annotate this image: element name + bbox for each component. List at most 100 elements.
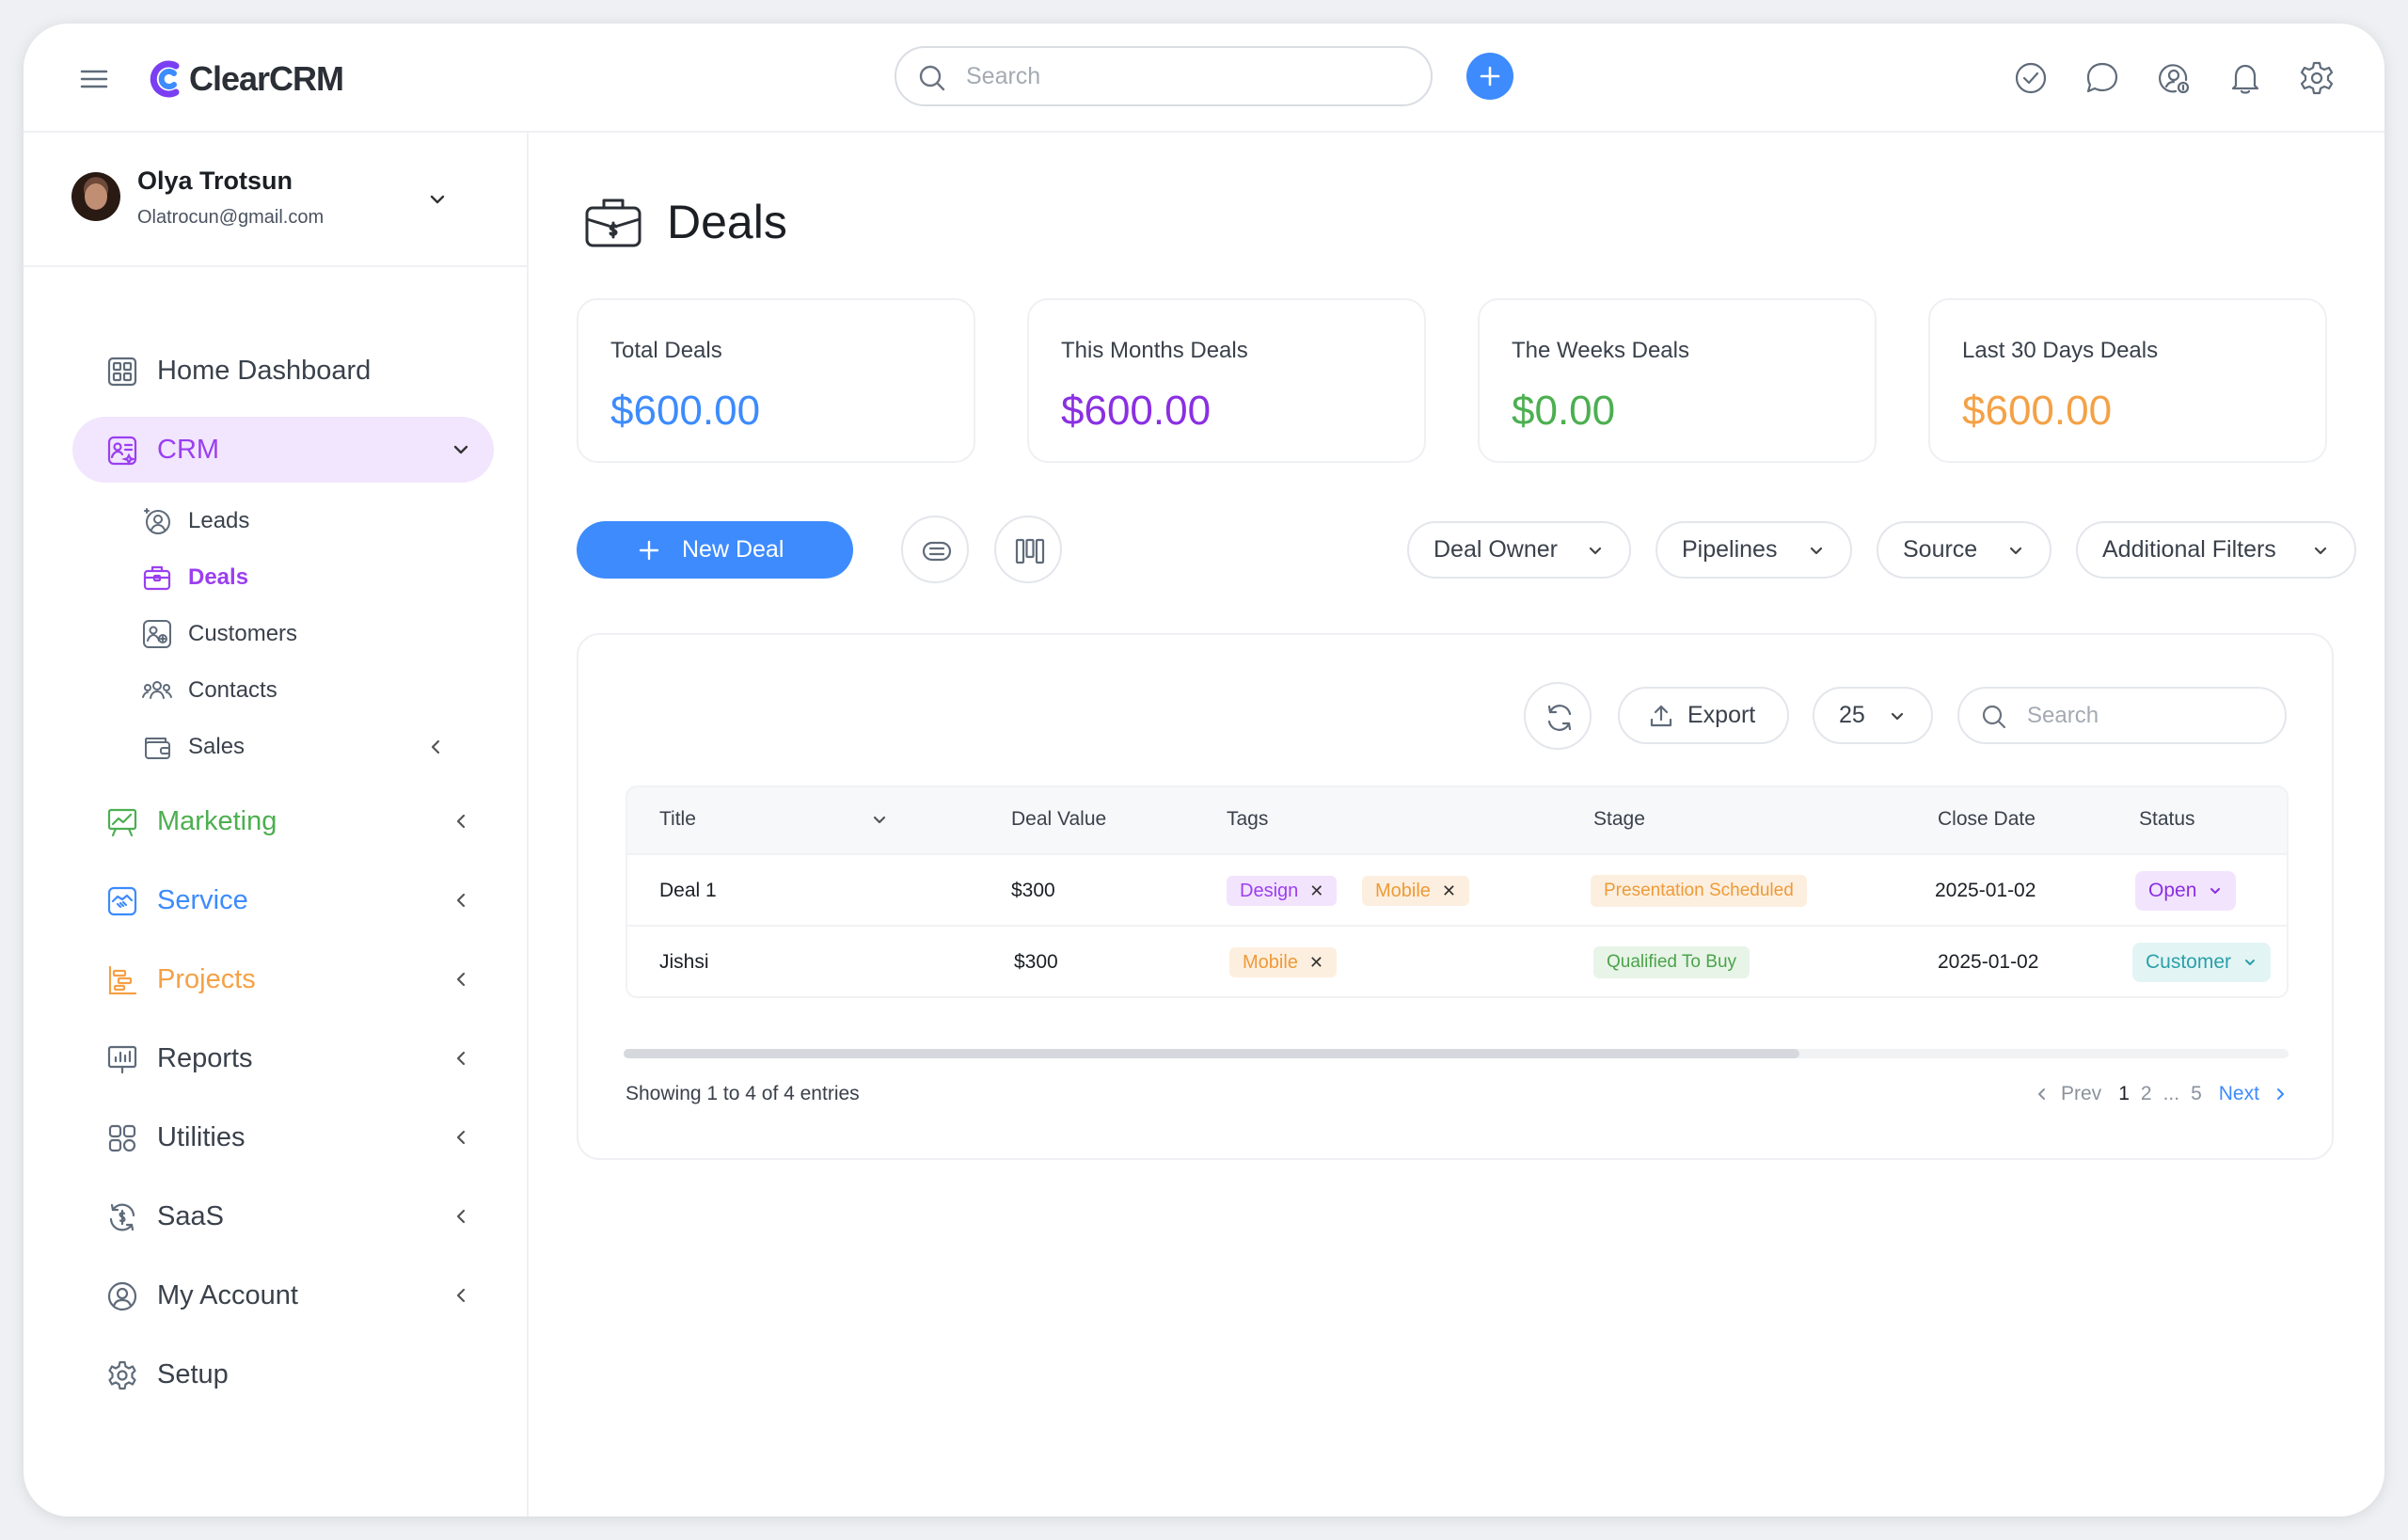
new-deal-button[interactable]: New Deal <box>577 521 853 579</box>
global-search-input[interactable] <box>966 54 1408 99</box>
menu-icon[interactable] <box>77 62 111 96</box>
pager-prev[interactable]: Prev <box>2061 1083 2101 1105</box>
refresh-button[interactable] <box>1524 682 1592 750</box>
remove-tag-icon[interactable]: ✕ <box>1309 881 1323 901</box>
status-dropdown[interactable]: Customer <box>2132 943 2272 982</box>
chevron-down-icon[interactable] <box>425 187 450 212</box>
status-dropdown[interactable]: Open <box>2135 871 2237 911</box>
column-header-stage[interactable]: Stage <box>1593 808 1645 831</box>
sidebar-item-home-dashboard[interactable]: Home Dashboard <box>72 338 494 404</box>
filter-label: Pipelines <box>1682 536 1778 563</box>
stat-label: The Weeks Deals <box>1512 338 1689 363</box>
table-row[interactable]: Deal 1 $300 Design ✕ Mobile ✕ Presentation… <box>627 853 2287 925</box>
pager-page[interactable]: 1 <box>2118 1083 2130 1105</box>
stage-badge: Qualified To Buy <box>1593 946 1751 978</box>
utilities-apps-icon <box>108 1124 136 1152</box>
reports-chart-icon <box>107 1045 137 1074</box>
stat-card-this-months-deals: This Months Deals $600.00 <box>1027 298 1426 463</box>
sidebar-item-service[interactable]: Service <box>72 867 494 933</box>
sidebar-item-reports[interactable]: Reports <box>72 1025 494 1091</box>
chevron-down-icon <box>2009 547 2022 555</box>
dashboard-grid-icon <box>107 357 137 387</box>
sidebar-subitem-label: Leads <box>188 508 250 533</box>
filter-pipelines[interactable]: Pipelines <box>1656 521 1852 579</box>
tag-label: Design <box>1240 880 1299 901</box>
chevron-left-icon[interactable] <box>425 737 446 757</box>
user-profile[interactable]: Olya Trotsun Olatrocun@gmail.com <box>24 133 529 267</box>
tag-label: Mobile <box>1243 951 1298 973</box>
sidebar-item-label: Setup <box>157 1358 229 1389</box>
stat-value: $0.00 <box>1512 388 1616 434</box>
tasks-check-icon[interactable] <box>2012 59 2050 97</box>
chevron-left-icon[interactable] <box>2035 1087 2050 1102</box>
table-search-input[interactable] <box>2027 696 2262 736</box>
sidebar-subitem-customers[interactable]: Customers <box>141 612 297 656</box>
support-agent-icon[interactable] <box>2155 59 2193 97</box>
sidebar-subitem-leads[interactable]: Leads <box>141 500 249 543</box>
user-email: Olatrocun@gmail.com <box>137 207 325 228</box>
pager-next[interactable]: Next <box>2219 1083 2259 1105</box>
chat-icon[interactable] <box>2083 59 2121 97</box>
sidebar-item-marketing[interactable]: Marketing <box>72 788 494 854</box>
entries-info: Showing 1 to 4 of 4 entries <box>626 1083 860 1104</box>
avatar[interactable] <box>71 172 120 221</box>
list-view-button[interactable] <box>901 516 969 583</box>
stat-value: $600.00 <box>1962 388 2113 434</box>
sidebar-item-label: Reports <box>157 1042 253 1073</box>
sidebar-subitem-sales[interactable]: Sales <box>141 725 245 769</box>
column-header-tags[interactable]: Tags <box>1227 808 1268 831</box>
per-page-select[interactable]: 25 <box>1813 687 1933 744</box>
chevron-right-icon[interactable] <box>2273 1087 2288 1102</box>
filter-source[interactable]: Source <box>1877 521 2052 579</box>
filter-additional[interactable]: Additional Filters <box>2076 521 2356 579</box>
list-view-icon <box>922 541 952 562</box>
sidebar-item-label: Marketing <box>157 805 277 836</box>
export-button[interactable]: Export <box>1618 687 1789 744</box>
cell-title[interactable]: Jishsi <box>659 951 709 974</box>
chevron-down-icon <box>2210 888 2221 894</box>
cell-deal-value: $300 <box>1011 880 1055 901</box>
briefcase-dollar-icon <box>585 198 642 247</box>
quick-add-button[interactable] <box>1466 53 1513 100</box>
scrollbar-thumb[interactable] <box>624 1049 1799 1058</box>
logo[interactable]: ClearCRM <box>148 58 344 100</box>
stat-card-last-30-days-deals: Last 30 Days Deals $600.00 <box>1928 298 2327 463</box>
table-header: Title Deal Value Tags Stage Close Date S… <box>627 787 2287 853</box>
sidebar-subitem-label: Contacts <box>188 677 277 703</box>
sidebar-subitem-contacts[interactable]: Contacts <box>141 669 277 712</box>
notification-bell-icon[interactable] <box>2226 59 2264 97</box>
settings-gear-icon[interactable] <box>2298 59 2336 97</box>
sidebar-item-setup[interactable]: Setup <box>72 1342 494 1407</box>
chevron-left-icon <box>456 893 466 908</box>
cell-title[interactable]: Deal 1 <box>659 880 717 902</box>
column-header-deal-value[interactable]: Deal Value <box>1011 808 1106 831</box>
column-header-title[interactable]: Title <box>659 808 696 831</box>
chevron-down-icon <box>1589 547 1602 555</box>
sidebar-subitem-deals[interactable]: Deals <box>141 556 248 599</box>
horizontal-scrollbar[interactable] <box>624 1049 2289 1058</box>
sidebar-item-crm[interactable]: CRM <box>72 417 494 483</box>
sidebar-item-my-account[interactable]: My Account <box>72 1262 494 1328</box>
stat-label: Total Deals <box>610 338 722 363</box>
remove-tag-icon[interactable]: ✕ <box>1442 881 1456 901</box>
sidebar-item-label: Projects <box>157 963 256 994</box>
pager-page[interactable]: 5 <box>2191 1083 2202 1105</box>
kanban-view-button[interactable] <box>994 516 1062 583</box>
column-header-close-date[interactable]: Close Date <box>1938 808 2036 831</box>
table-search[interactable] <box>1957 687 2287 744</box>
chevron-down-icon <box>1891 712 1904 721</box>
global-search[interactable] <box>895 46 1433 106</box>
sidebar-item-projects[interactable]: Projects <box>72 946 494 1012</box>
column-header-status[interactable]: Status <box>2139 808 2195 831</box>
pager-page[interactable]: 2 <box>2141 1083 2152 1105</box>
sidebar-item-saas[interactable]: SaaS <box>72 1183 494 1249</box>
logo-mark-icon <box>150 60 180 98</box>
filter-deal-owner[interactable]: Deal Owner <box>1407 521 1631 579</box>
sort-chevron-down-icon[interactable] <box>870 811 889 830</box>
tag-chip: Design ✕ <box>1227 876 1338 906</box>
chevron-left-icon <box>456 1209 466 1224</box>
user-name: Olya Trotsun <box>137 167 293 195</box>
sidebar-item-utilities[interactable]: Utilities <box>72 1104 494 1170</box>
remove-tag-icon[interactable]: ✕ <box>1309 953 1323 973</box>
table-row[interactable]: Jishsi $300 Mobile ✕ Qualified To Buy 202… <box>627 925 2287 996</box>
